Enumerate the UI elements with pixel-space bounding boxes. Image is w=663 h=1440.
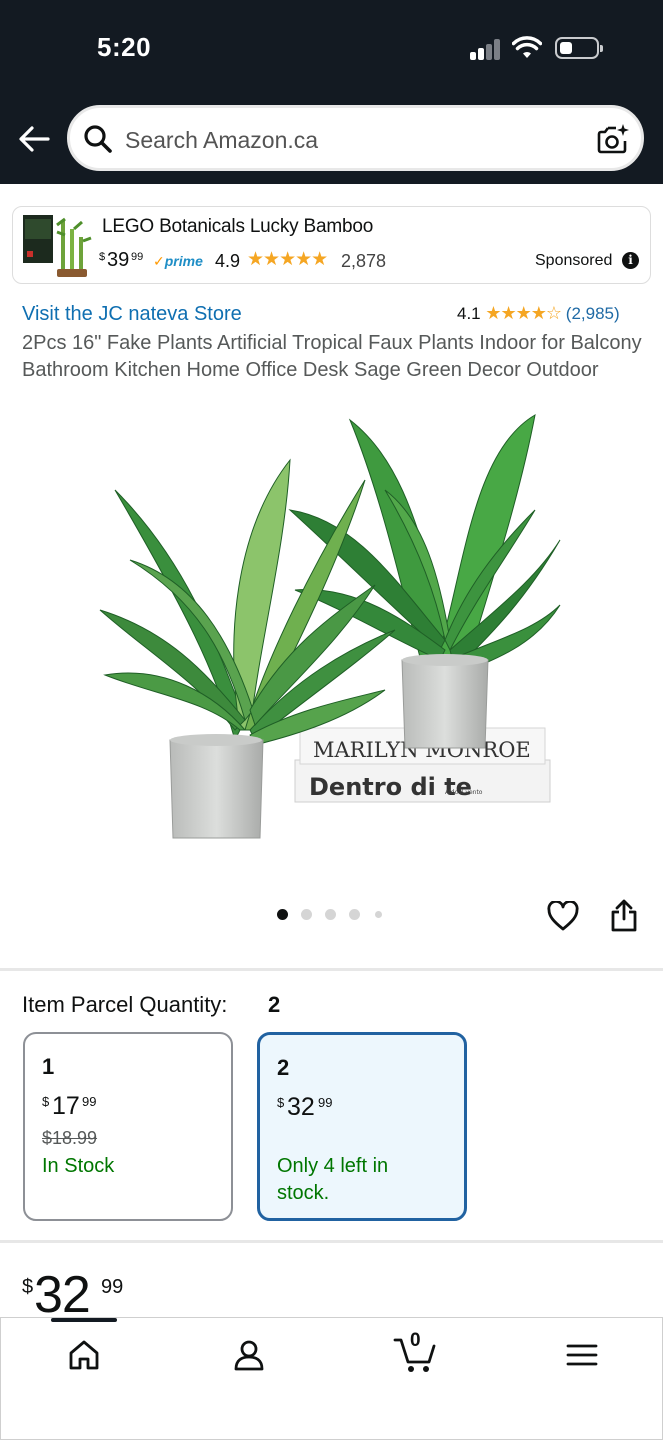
svg-text:Aldo il vento: Aldo il vento <box>445 789 483 796</box>
price-cents: 99 <box>101 1276 124 1298</box>
menu-hamburger-icon[interactable] <box>565 1338 599 1372</box>
quantity-option-2[interactable]: 2 $ 32 99 Only 4 left in stock. <box>257 1032 467 1221</box>
camera-lens-icon[interactable] <box>597 123 629 155</box>
prime-badge: ✓prime <box>153 253 203 269</box>
bottom-nav: 0 <box>0 1317 663 1440</box>
sponsored-rating: 4.9 <box>215 251 241 271</box>
option-was-price: $18.99 <box>42 1128 98 1148</box>
sponsored-review-count: 2,878 <box>341 251 387 271</box>
quantity-option-1[interactable]: 1 $ 17 99 $18.99 In Stock <box>23 1032 233 1221</box>
prime-check-icon: ✓ <box>153 253 165 269</box>
product-title: 2Pcs 16" Fake Plants Artificial Tropical… <box>22 332 642 381</box>
option-price: 32 <box>287 1093 315 1121</box>
carousel-dot-active[interactable] <box>277 909 288 920</box>
option-stock-status: Only 4 left in <box>277 1155 389 1177</box>
cart-count: 0 <box>410 1330 421 1351</box>
option-currency: $ <box>277 1095 285 1110</box>
status-time: 5:20 <box>97 32 152 62</box>
svg-text:Dentro di te: Dentro di te <box>309 773 472 801</box>
search-input[interactable]: Search Amazon.ca <box>67 105 644 171</box>
rating-value: 4.1 <box>457 304 481 323</box>
cellular-signal-icon <box>470 38 502 60</box>
sponsored-stars: ★★★★★ <box>247 249 328 270</box>
sponsored-price: 39 <box>107 249 130 271</box>
option-qty: 2 <box>277 1055 290 1080</box>
search-placeholder: Search Amazon.ca <box>125 127 319 153</box>
review-count: (2,985) <box>565 304 620 323</box>
carousel-dot[interactable] <box>325 909 336 920</box>
sponsored-price-cents: 99 <box>131 251 144 263</box>
cart-button[interactable]: 0 <box>393 1330 439 1374</box>
sponsored-product-thumbnail <box>23 215 92 277</box>
sponsored-banner[interactable]: LEGO Botanicals Lucky Bamboo $ 39 99 ✓pr… <box>12 206 651 284</box>
section-divider <box>0 968 663 971</box>
quantity-selected-value: 2 <box>268 992 281 1017</box>
option-price: 17 <box>52 1092 80 1120</box>
header-bar: 5:20 Search Amazon.ca <box>0 0 663 184</box>
option-price-cents: 99 <box>82 1094 97 1109</box>
share-icon[interactable] <box>610 898 638 932</box>
carousel-dot[interactable] <box>301 909 312 920</box>
quantity-label: Item Parcel Quantity: <box>22 992 228 1017</box>
search-icon <box>84 125 112 153</box>
account-icon[interactable] <box>232 1338 266 1372</box>
option-qty: 1 <box>42 1054 55 1079</box>
option-stock-status-line2: stock. <box>277 1182 330 1204</box>
carousel-dot[interactable] <box>375 911 382 918</box>
option-currency: $ <box>42 1094 50 1109</box>
wifi-icon <box>512 36 542 58</box>
sponsored-label: Sponsored <box>535 252 613 269</box>
product-image[interactable]: MARILYN MONROE Dentro di te Aldo il vent… <box>95 410 565 850</box>
option-stock-status: In Stock <box>42 1155 115 1177</box>
price-currency: $ <box>22 1276 34 1298</box>
back-arrow-icon[interactable] <box>18 123 50 155</box>
sponsored-title: LEGO Botanicals Lucky Bamboo <box>102 216 374 237</box>
section-divider <box>0 1240 663 1243</box>
info-icon[interactable]: i <box>622 252 639 269</box>
home-icon[interactable] <box>67 1338 101 1372</box>
heart-icon[interactable] <box>547 901 579 931</box>
battery-icon <box>555 37 603 59</box>
rating-stars: ★★★★☆ <box>485 303 562 323</box>
option-price-cents: 99 <box>318 1095 333 1110</box>
product-rating[interactable]: 4.1 ★★★★☆ (2,985) <box>457 303 620 324</box>
sponsored-currency: $ <box>99 251 106 263</box>
store-link[interactable]: Visit the JC nateva Store <box>22 303 242 326</box>
carousel-dot[interactable] <box>349 909 360 920</box>
price-whole: 32 <box>34 1266 91 1324</box>
active-tab-indicator <box>51 1318 117 1322</box>
